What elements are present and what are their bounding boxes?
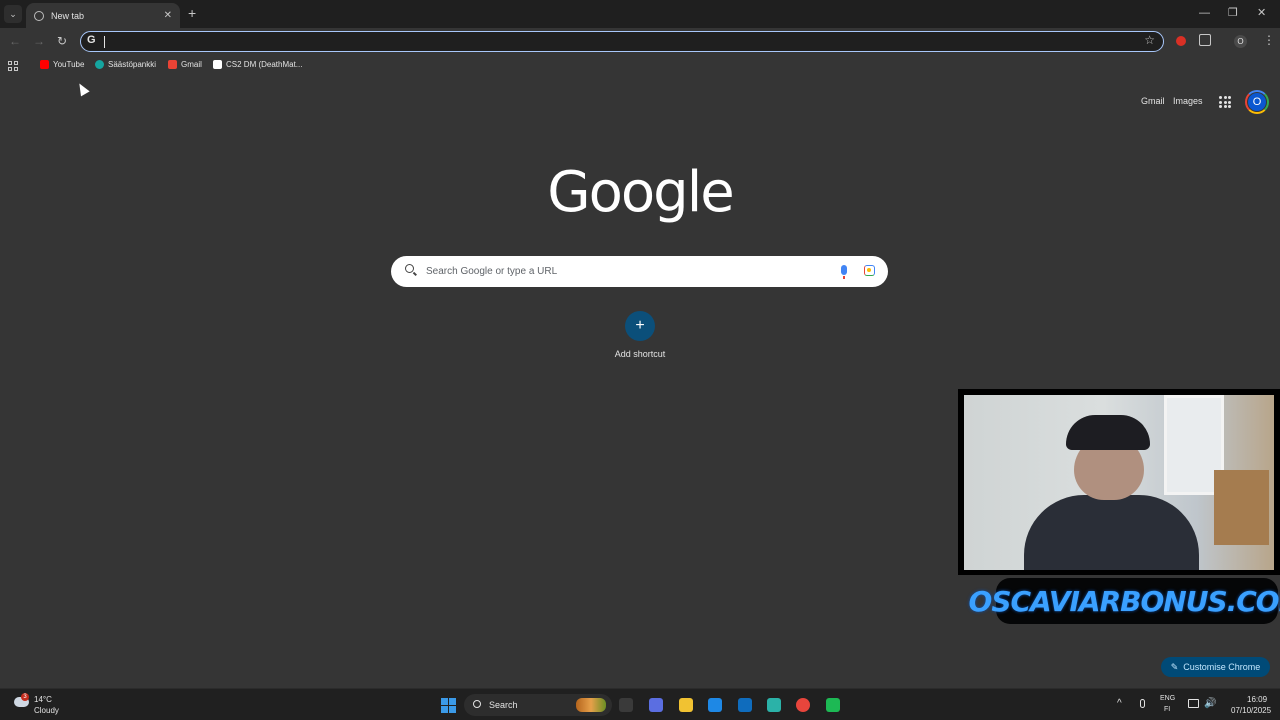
customise-chrome-label: Customise Chrome [1183, 662, 1261, 672]
plus-icon: + [625, 311, 655, 341]
extension-red-icon[interactable] [1176, 36, 1186, 46]
pencil-icon: ✎ [1170, 661, 1179, 672]
close-window-button[interactable]: ✕ [1257, 6, 1266, 20]
mouse-cursor [75, 81, 90, 97]
google-apps-icon[interactable] [1219, 96, 1231, 108]
volume-icon[interactable]: 🔊 [1204, 698, 1216, 709]
webcam-video [964, 395, 1274, 570]
chrome-favicon-icon [34, 10, 44, 21]
start-button[interactable] [441, 698, 456, 713]
weather-temperature[interactable]: 14°C [34, 695, 52, 704]
person-body [1024, 495, 1199, 570]
forward-button[interactable]: → [33, 34, 45, 48]
bookmark-label: CS2 DM (DeathMat... [226, 60, 303, 69]
search-icon [405, 264, 414, 273]
chrome-icon[interactable] [796, 698, 810, 712]
voice-search-icon[interactable] [841, 265, 847, 279]
search-placeholder: Search Google or type a URL [426, 266, 558, 277]
new-tab-button[interactable]: + [188, 6, 196, 20]
store-icon[interactable] [708, 698, 722, 712]
search-icon [473, 700, 481, 708]
windows-taskbar: 3 14°C Cloudy Search ^ ENG FI 🔊 16:09 07… [0, 688, 1280, 720]
webcam-overlay [958, 389, 1280, 575]
bookmark-youtube[interactable]: YouTube [40, 60, 84, 69]
youtube-icon [40, 60, 49, 69]
edge-icon[interactable] [767, 698, 781, 712]
customise-chrome-button[interactable]: ✎ Customise Chrome [1161, 657, 1270, 677]
shelf [1214, 470, 1269, 545]
account-avatar[interactable]: O [1245, 90, 1269, 114]
bookmark-label: YouTube [53, 60, 85, 69]
bookmark-label: Säästöpankki [108, 60, 157, 69]
notification-badge: 3 [21, 693, 29, 701]
tab-title: New tab [51, 10, 85, 21]
reload-button[interactable]: ↻ [57, 34, 67, 48]
saastopankki-icon [95, 60, 104, 69]
bookmark-star-icon[interactable]: ☆ [1144, 33, 1155, 47]
language-indicator[interactable]: ENG [1160, 695, 1175, 702]
text-caret [104, 36, 105, 48]
bookmarks-bar: YouTube Säästöpankki Gmail CS2 DM (Death… [0, 57, 1280, 77]
chrome-menu-icon[interactable]: ⋮ [1263, 33, 1275, 47]
cs2-icon [213, 60, 222, 69]
tab-close-icon[interactable]: ✕ [164, 10, 172, 21]
extensions-puzzle-icon[interactable] [1199, 34, 1211, 46]
tray-overflow-icon[interactable]: ^ [1117, 698, 1122, 709]
task-view-icon[interactable] [619, 698, 633, 712]
bookmark-cs2-dm[interactable]: CS2 DM (DeathMat... [213, 60, 302, 69]
taskbar-search-label: Search [489, 700, 518, 710]
google-g-icon: G [87, 34, 96, 46]
bookmark-label: Gmail [181, 60, 202, 69]
clock-date[interactable]: 07/10/2025 [1231, 706, 1271, 715]
search-highlight-art [576, 698, 606, 712]
spotify-icon[interactable] [826, 698, 840, 712]
restore-button[interactable]: ❐ [1228, 6, 1238, 20]
google-logo: Google [547, 160, 734, 225]
network-icon[interactable] [1188, 699, 1199, 708]
add-shortcut-tile[interactable]: + Add shortcut [600, 311, 680, 359]
brand-watermark: OSCAVIARBONUS.COM [969, 578, 1280, 624]
copilot-icon[interactable] [649, 698, 663, 712]
cap [1066, 415, 1150, 450]
google-search-box[interactable]: Search Google or type a URL [391, 256, 888, 287]
gmail-link[interactable]: Gmail [1141, 96, 1165, 106]
images-link[interactable]: Images [1173, 96, 1203, 106]
clock-time[interactable]: 16:09 [1247, 695, 1267, 704]
keyboard-layout[interactable]: FI [1164, 706, 1170, 713]
gmail-icon [168, 60, 177, 69]
taskbar-search[interactable]: Search [464, 694, 612, 716]
tab-search-button[interactable]: ⌄ [4, 5, 22, 23]
bookmark-saastopankki[interactable]: Säästöpankki [95, 60, 156, 69]
profile-button[interactable]: O [1234, 35, 1247, 48]
weather-description[interactable]: Cloudy [34, 706, 59, 715]
back-button[interactable]: ← [9, 34, 21, 48]
microphone-icon[interactable] [1140, 699, 1145, 708]
outlook-icon[interactable] [738, 698, 752, 712]
bookmark-gmail[interactable]: Gmail [168, 60, 202, 69]
brand-text: OSCAVIARBONUS.COM [968, 584, 1280, 618]
apps-grid-icon[interactable] [8, 61, 18, 71]
tab-strip: ⌄ New tab ✕ + — ❐ ✕ [0, 0, 1280, 28]
add-shortcut-label: Add shortcut [614, 349, 666, 359]
tab-new-tab[interactable]: New tab ✕ [26, 3, 180, 28]
file-explorer-icon[interactable] [679, 698, 693, 712]
minimize-button[interactable]: — [1199, 6, 1210, 20]
avatar-initial: O [1248, 93, 1266, 111]
address-bar[interactable]: G ☆ [80, 31, 1164, 52]
google-lens-icon[interactable] [864, 265, 875, 276]
